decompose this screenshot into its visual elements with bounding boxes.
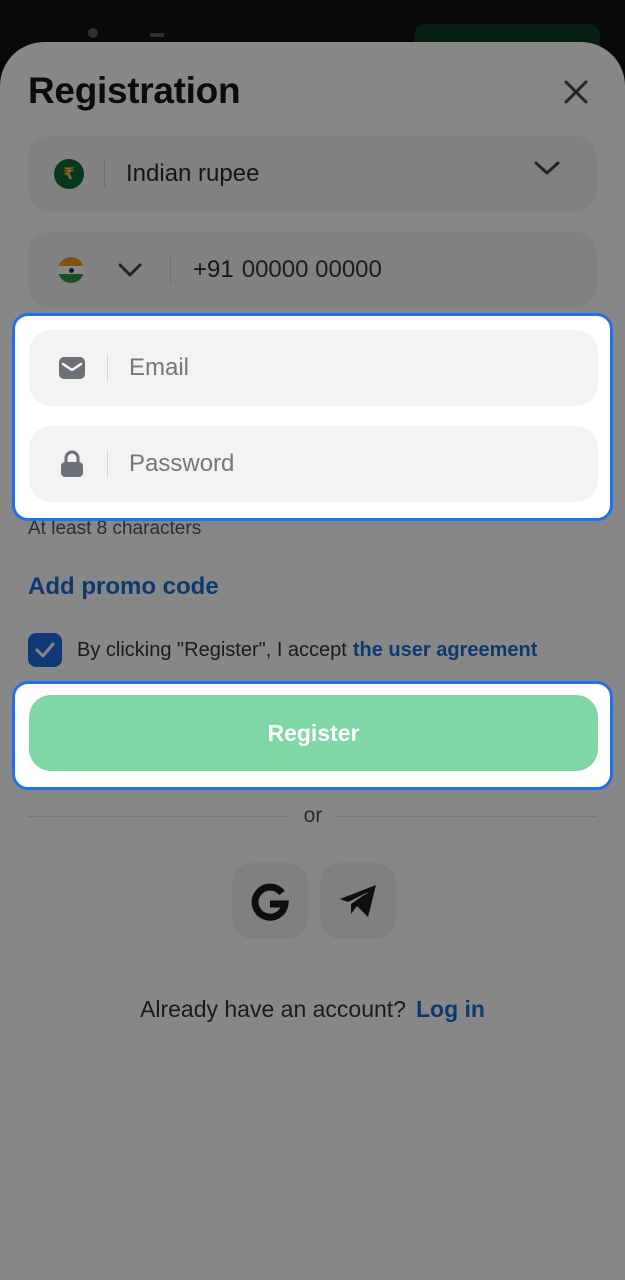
check-icon bbox=[35, 642, 55, 658]
telegram-login-button[interactable] bbox=[320, 863, 396, 939]
header-dash bbox=[150, 33, 164, 37]
india-flag-icon[interactable] bbox=[58, 257, 84, 283]
lock-icon bbox=[57, 450, 87, 478]
add-promo-code-link[interactable]: Add promo code bbox=[28, 573, 219, 601]
or-label: or bbox=[288, 804, 338, 830]
login-question: Already have an account? bbox=[140, 996, 406, 1022]
login-link[interactable]: Log in bbox=[416, 996, 485, 1022]
password-field[interactable]: Password bbox=[29, 426, 598, 502]
phone-field[interactable]: +91 00000 00000 bbox=[28, 232, 597, 308]
header-dot bbox=[88, 28, 98, 38]
field-divider bbox=[170, 256, 171, 284]
agreement-checkbox[interactable] bbox=[28, 633, 62, 667]
user-agreement-link[interactable]: the user agreement bbox=[353, 639, 538, 662]
currency-symbol: ₹ bbox=[63, 166, 75, 183]
register-button[interactable]: Register bbox=[29, 695, 598, 771]
field-divider bbox=[107, 354, 108, 382]
highlight-credentials: Email Password bbox=[12, 313, 613, 521]
rupee-coin-icon: ₹ bbox=[54, 159, 84, 189]
chevron-down-icon bbox=[534, 160, 560, 181]
phone-country-code: +91 bbox=[193, 256, 234, 283]
close-icon[interactable] bbox=[558, 74, 594, 110]
sheet-title: Registration bbox=[28, 70, 241, 111]
email-input[interactable]: Email bbox=[129, 354, 189, 382]
telegram-icon bbox=[340, 885, 376, 917]
password-input[interactable]: Password bbox=[129, 450, 234, 478]
currency-label: Indian rupee bbox=[126, 160, 260, 187]
agreement-text: By clicking "Register", I accept bbox=[77, 638, 347, 661]
field-divider bbox=[104, 160, 105, 188]
currency-select[interactable]: ₹ Indian rupee bbox=[28, 136, 597, 212]
email-field[interactable]: Email bbox=[29, 330, 598, 406]
google-icon bbox=[251, 883, 289, 921]
chevron-down-icon[interactable] bbox=[118, 263, 142, 277]
agreement-row: By clicking "Register", I accept the use… bbox=[28, 633, 537, 667]
registration-sheet: Registration ₹ Indian rupee +91 00000 00… bbox=[0, 42, 625, 1280]
password-hint: At least 8 characters bbox=[28, 518, 202, 539]
phone-number-input[interactable]: 00000 00000 bbox=[242, 256, 382, 284]
highlight-register: Register bbox=[12, 681, 613, 790]
field-divider bbox=[107, 450, 108, 478]
google-login-button[interactable] bbox=[232, 863, 308, 939]
mail-icon bbox=[57, 356, 87, 380]
login-row: Already have an account? Log in bbox=[0, 996, 625, 1023]
